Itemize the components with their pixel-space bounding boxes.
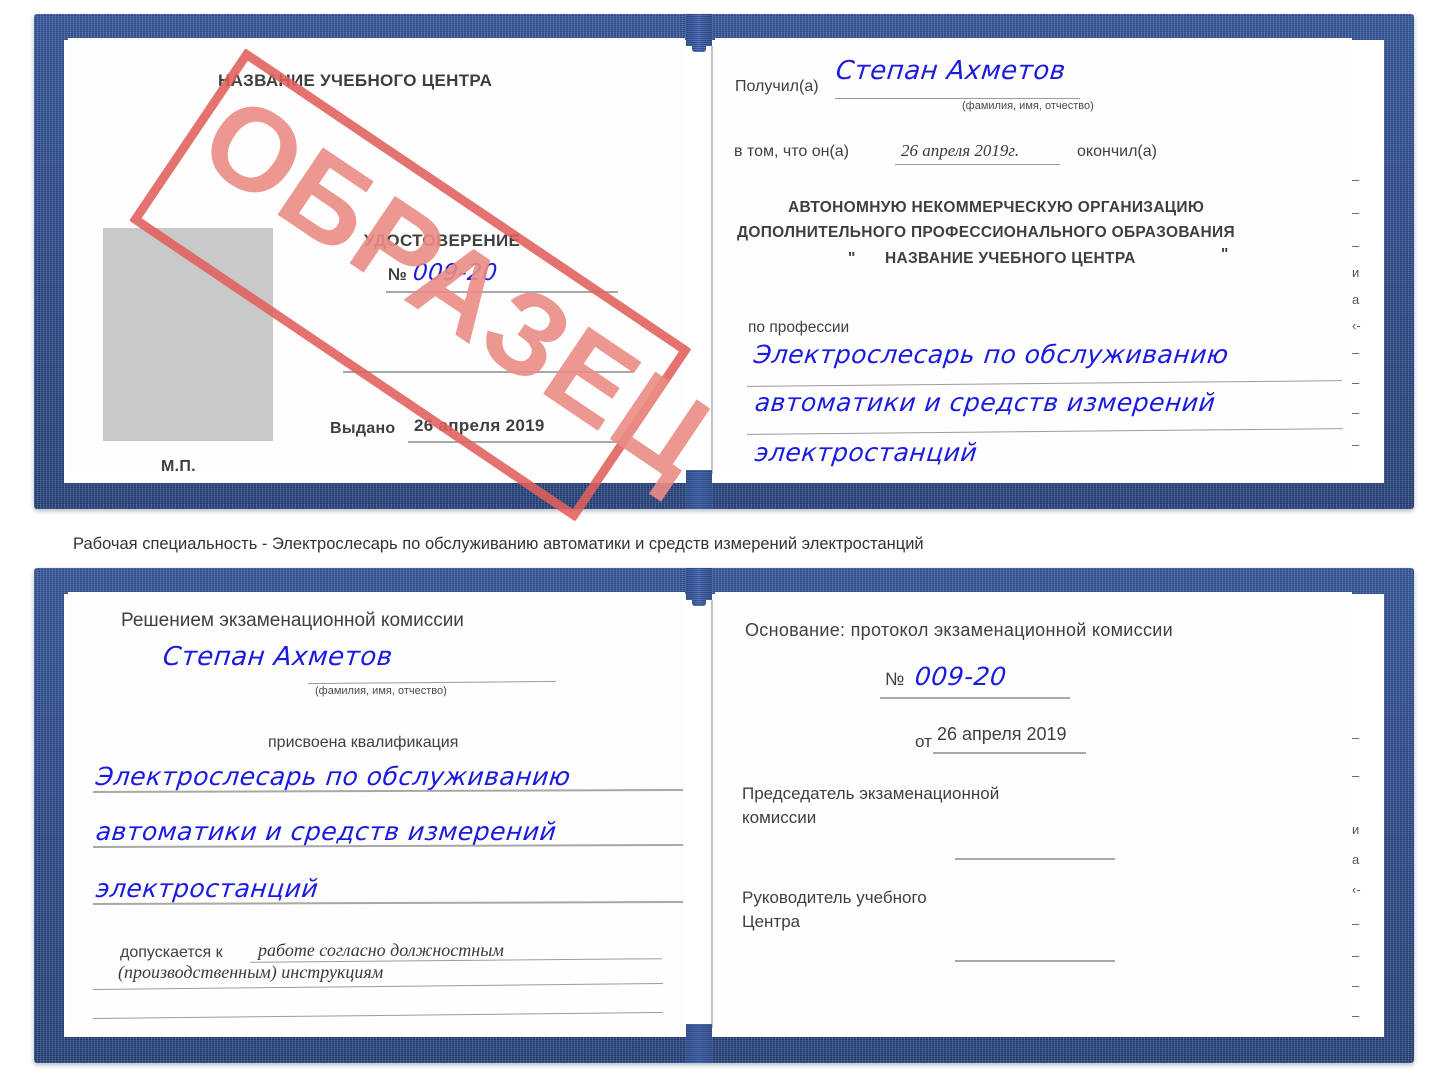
edge-fragment-bottom-8: – [1352,978,1360,993]
edge-fragment-bottom-1: – [1352,730,1360,745]
basis-label: Основание: протокол экзаменационной коми… [745,620,1173,640]
qualification-line1: Электрослесарь по обслуживанию [94,762,573,791]
edge-fragment-bottom-4: а [1352,852,1360,867]
date-value-bottom: 26 апреля 2019 [937,724,1067,744]
head-line2: Центра [742,912,801,931]
in-that-label: в том, что он(а) [734,143,849,160]
edge-fragment-bottom-3: и [1352,822,1360,837]
edge-fragment-top-7: – [1352,345,1360,360]
cert-bottom-spine-tab [692,568,706,606]
edge-fragment-top-1: – [1352,172,1360,187]
org-quote-close: " [1221,246,1229,263]
in-that-rule [895,164,1060,165]
edge-fragment-bottom-7: – [1352,948,1360,963]
name-hint-top: (фамилия, имя, отчество) [962,100,1094,112]
org-line1: АВТОНОМНУЮ НЕКОММЕРЧЕСКУЮ ОРГАНИЗАЦИЮ [788,199,1205,216]
profession-label: по профессии [748,319,850,336]
date-rule-bottom [933,752,1086,754]
chair-signature-rule [955,858,1115,860]
org-line3: НАЗВАНИЕ УЧЕБНОГО ЦЕНТРА [885,250,1136,267]
cert-bottom-spine-bottom [686,1024,712,1063]
allowed-rule2 [93,983,663,990]
edge-fragment-top-10: – [1352,437,1360,452]
number-sign-bottom: № [885,669,905,689]
edge-fragment-bottom-2: – [1352,768,1360,783]
head-line1: Руководитель учебного [742,888,927,907]
received-label: Получил(а) [735,78,819,95]
cert-bottom-gutter [711,600,713,1028]
allowed-value-line2: (производственным) инструкциям [118,962,384,982]
cert-top-spine-bottom [686,470,712,509]
org-line2: ДОПОЛНИТЕЛЬНОГО ПРОФЕССИОНАЛЬНОГО ОБРАЗО… [737,224,1235,241]
edge-fragment-top-2: – [1352,205,1360,220]
received-value: Степан Ахметов [834,56,1068,86]
name-value-bottom: Степан Ахметов [161,642,395,672]
edge-fragment-top-8: – [1352,375,1360,390]
date-label-bottom: от [915,732,932,751]
cert-top-right-page: Получил(а) Степан Ахметов (фамилия, имя,… [715,38,1352,475]
profession-line3: электростанций [753,438,979,467]
head-signature-rule [955,960,1115,962]
cert-bottom-left-page: Решением экзаменационной комиссии Степан… [68,592,685,1029]
cert-bottom-right-page: Основание: протокол экзаменационной коми… [715,592,1352,1029]
finished-label: окончил(а) [1077,143,1157,160]
chair-line1: Председатель экзаменационной [742,784,1000,803]
allowed-rule3 [93,1012,663,1019]
name-hint-bottom: (фамилия, имя, отчество) [315,685,447,697]
edge-fragment-bottom-9: – [1352,1008,1360,1023]
received-rule [835,98,1080,99]
decision-label: Решением экзаменационной комиссии [121,610,464,631]
qualification-line3: электростанций [94,874,320,903]
profession-rule1 [747,380,1342,387]
edge-fragment-bottom-6: – [1352,916,1360,931]
qualification-label: присвоена квалификация [268,734,459,751]
in-that-value: 26 апреля 2019г. [901,141,1020,160]
name-rule-bottom [308,680,556,685]
edge-fragment-top-9: – [1352,405,1360,420]
number-rule-bottom [880,697,1070,699]
qualification-line2: автоматики и средств измерений [94,817,559,846]
number-value-bottom: 009-20 [913,662,1009,691]
cert-top-spine-tab [692,14,706,52]
allowed-value-line1: работе согласно должностным [258,940,504,960]
chair-line2: комиссии [742,808,817,827]
edge-fragment-top-4: и [1352,265,1360,280]
profession-line2: автоматики и средств измерений [753,388,1218,417]
org-quote-open: " [848,250,856,267]
edge-fragment-bottom-5: ‹- [1352,882,1361,897]
profession-rule2 [747,428,1343,435]
edge-fragment-top-3: – [1352,238,1360,253]
caption-text: Рабочая специальность - Электрослесарь п… [73,535,924,553]
edge-fragment-top-6: ‹- [1352,318,1361,333]
edge-fragment-top-5: а [1352,292,1360,307]
allowed-label: допускается к [120,944,223,961]
profession-line1: Электрослесарь по обслуживанию [752,340,1231,369]
